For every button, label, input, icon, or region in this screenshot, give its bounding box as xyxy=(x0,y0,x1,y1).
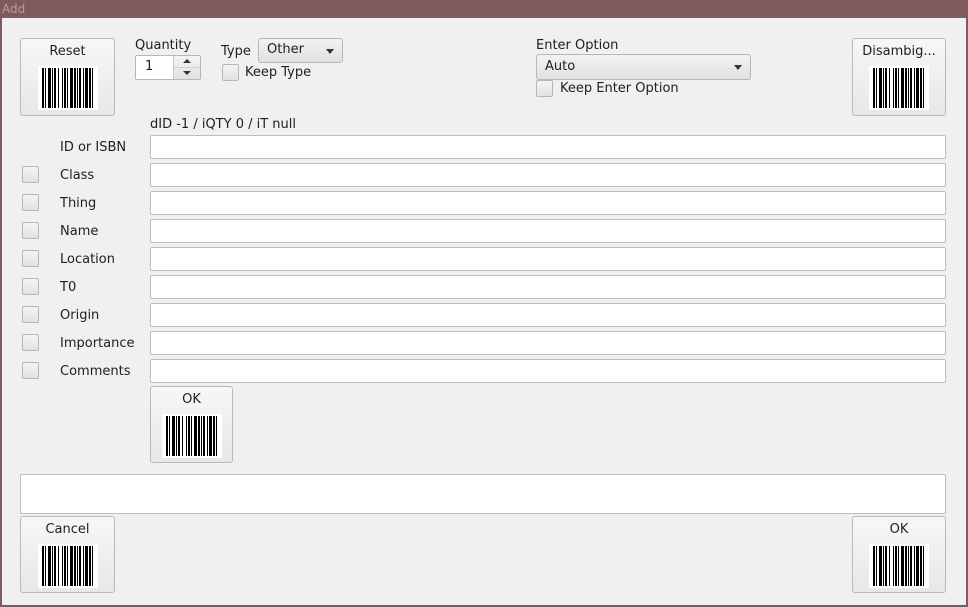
class-label: Class xyxy=(60,168,95,183)
origin-label: Origin xyxy=(60,308,100,323)
t0-label: T0 xyxy=(60,280,77,295)
name-checkbox[interactable] xyxy=(22,222,39,239)
barcode-icon xyxy=(37,66,98,110)
thing-label: Thing xyxy=(60,196,97,211)
barcode-icon xyxy=(37,544,98,588)
enter-option-label: Enter Option xyxy=(536,38,619,53)
location-field[interactable] xyxy=(150,247,946,271)
chevron-down-icon xyxy=(326,49,334,54)
name-label: Name xyxy=(60,224,99,239)
quantity-label: Quantity xyxy=(135,38,192,53)
t0-checkbox[interactable] xyxy=(22,278,39,295)
keep-enter-option-checkbox[interactable] xyxy=(536,80,553,97)
reset-button[interactable]: Reset xyxy=(20,38,115,116)
importance-checkbox[interactable] xyxy=(22,334,39,351)
id-isbn-label: ID or ISBN xyxy=(60,140,127,155)
thing-checkbox[interactable] xyxy=(22,194,39,211)
barcode-icon xyxy=(161,414,222,458)
keep-type-checkbox[interactable] xyxy=(222,64,239,81)
quantity-value: 1 xyxy=(145,59,154,74)
type-combo[interactable]: Other xyxy=(258,38,343,63)
barcode-icon xyxy=(869,66,929,110)
ok-button[interactable]: OK xyxy=(852,516,946,593)
title-bar: Add xyxy=(0,0,968,18)
keep-enter-option-label: Keep Enter Option xyxy=(560,81,679,96)
origin-checkbox[interactable] xyxy=(22,306,39,323)
keep-type-label: Keep Type xyxy=(245,65,312,80)
importance-field[interactable] xyxy=(150,331,946,355)
origin-field[interactable] xyxy=(150,303,946,327)
spinner-up-button[interactable] xyxy=(174,56,200,68)
arrow-down-icon xyxy=(183,71,191,75)
type-label: Type xyxy=(221,44,251,59)
class-checkbox[interactable] xyxy=(22,166,39,183)
quantity-spinner[interactable]: 1 xyxy=(135,55,201,80)
t0-field[interactable] xyxy=(150,275,946,299)
message-area xyxy=(20,474,946,514)
debug-status-text: dID -1 / iQTY 0 / iT null xyxy=(150,117,296,132)
window-title: Add xyxy=(2,2,26,16)
location-label: Location xyxy=(60,252,115,267)
cancel-button[interactable]: Cancel xyxy=(20,516,115,593)
importance-label: Importance xyxy=(60,336,135,351)
location-checkbox[interactable] xyxy=(22,250,39,267)
cancel-button-label: Cancel xyxy=(45,522,90,537)
barcode-icon xyxy=(869,544,929,588)
chevron-down-icon xyxy=(734,65,742,70)
id-isbn-field[interactable] xyxy=(150,135,946,159)
comments-checkbox[interactable] xyxy=(22,362,39,379)
add-dialog-content: Reset Quantity 1 Type Other Keep Type En… xyxy=(2,18,966,605)
spinner-buttons xyxy=(173,56,200,79)
name-field[interactable] xyxy=(150,219,946,243)
class-field[interactable] xyxy=(150,163,946,187)
enter-option-combo[interactable]: Auto xyxy=(536,54,751,80)
form-ok-button[interactable]: OK xyxy=(150,386,233,463)
enter-option-value: Auto xyxy=(545,59,576,74)
disambig-button-label: Disambig... xyxy=(862,44,936,59)
comments-field[interactable] xyxy=(150,359,946,383)
reset-button-label: Reset xyxy=(49,44,86,59)
ok-button-label: OK xyxy=(889,522,909,537)
spinner-down-button[interactable] xyxy=(174,68,200,79)
type-combo-value: Other xyxy=(267,42,304,57)
thing-field[interactable] xyxy=(150,191,946,215)
arrow-up-icon xyxy=(183,59,191,63)
form-ok-label: OK xyxy=(182,392,201,407)
disambig-button[interactable]: Disambig... xyxy=(852,38,946,116)
comments-label: Comments xyxy=(60,364,131,379)
